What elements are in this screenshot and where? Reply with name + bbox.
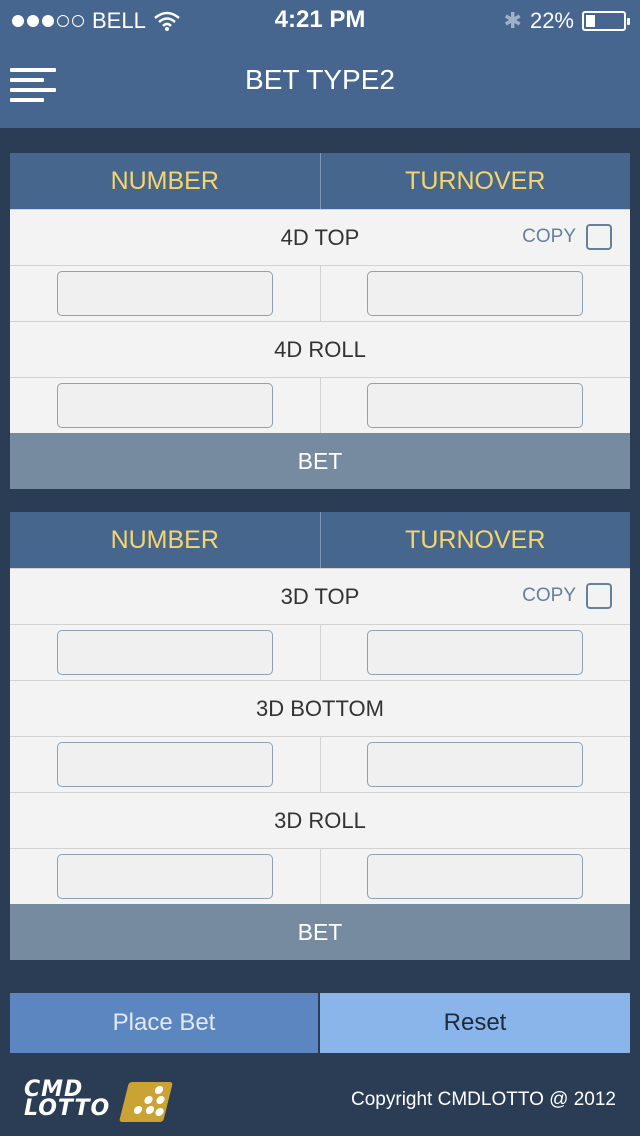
row-label-text: 3D TOP (280, 583, 360, 609)
turnover-input-3d-top[interactable] (367, 630, 584, 675)
column-header-number: NUMBER (10, 512, 321, 568)
bet-panel-4d: NUMBER TURNOVER 4D TOP COPY 4D ROLL BET (10, 153, 630, 489)
turnover-input-3d-roll[interactable] (367, 854, 584, 899)
page-title: BET TYPE2 (245, 64, 395, 95)
row-label-3d-roll: 3D ROLL (10, 792, 630, 848)
battery-percent: 22% (529, 8, 574, 33)
place-bet-button[interactable]: Place Bet (10, 993, 318, 1053)
action-bar: Place Bet Reset (10, 993, 630, 1053)
input-row-3d-top (10, 624, 630, 680)
bluetooth-icon: ✱ (503, 8, 522, 33)
cmdlotto-logo: CMD LOTTO (24, 1079, 174, 1124)
turnover-input-3d-bottom[interactable] (367, 742, 584, 787)
row-label-text: 4D TOP (280, 224, 360, 250)
nav-bar: BET TYPE2 (0, 40, 640, 128)
number-input-3d-bottom[interactable] (56, 742, 273, 787)
status-right: ✱ 22% (503, 8, 630, 34)
copy-checkbox[interactable] (586, 224, 612, 250)
row-label-4d-top: 4D TOP COPY (10, 209, 630, 265)
reset-button[interactable]: Reset (320, 993, 630, 1053)
row-label-4d-roll: 4D ROLL (10, 321, 630, 377)
row-label-text: 4D ROLL (274, 336, 366, 362)
copy-label: COPY (522, 226, 576, 247)
copyright-text: Copyright CMDLOTTO @ 2012 (351, 1089, 616, 1110)
column-header-turnover: TURNOVER (405, 166, 546, 195)
copy-toggle[interactable]: COPY (522, 583, 612, 609)
row-label-text: 3D ROLL (274, 807, 366, 833)
table-header: NUMBER TURNOVER (10, 512, 630, 568)
turnover-input-4d-roll[interactable] (367, 383, 584, 428)
number-input-4d-roll[interactable] (56, 383, 273, 428)
number-input-3d-top[interactable] (56, 630, 273, 675)
number-input-4d-top[interactable] (56, 271, 273, 316)
bet-panel-3d: NUMBER TURNOVER 3D TOP COPY 3D BOTTOM 3D… (10, 512, 630, 960)
status-bar: BELL 4:21 PM ✱ 22% (0, 0, 640, 40)
row-label-text: 3D BOTTOM (256, 695, 384, 721)
bet-button-3d[interactable]: BET (10, 904, 630, 960)
turnover-input-4d-top[interactable] (367, 271, 584, 316)
column-header-number: NUMBER (10, 153, 321, 209)
number-input-3d-roll[interactable] (56, 854, 273, 899)
copy-checkbox[interactable] (586, 583, 612, 609)
input-row-4d-roll (10, 377, 630, 433)
row-label-3d-top: 3D TOP COPY (10, 568, 630, 624)
copy-label: COPY (522, 585, 576, 606)
input-row-3d-roll (10, 848, 630, 904)
column-header-turnover: TURNOVER (405, 525, 546, 554)
battery-icon (582, 11, 630, 31)
input-row-3d-bottom (10, 736, 630, 792)
input-row-4d-top (10, 265, 630, 321)
bet-button-4d[interactable]: BET (10, 433, 630, 489)
table-header: NUMBER TURNOVER (10, 153, 630, 209)
row-label-3d-bottom: 3D BOTTOM (10, 680, 630, 736)
copy-toggle[interactable]: COPY (522, 224, 612, 250)
